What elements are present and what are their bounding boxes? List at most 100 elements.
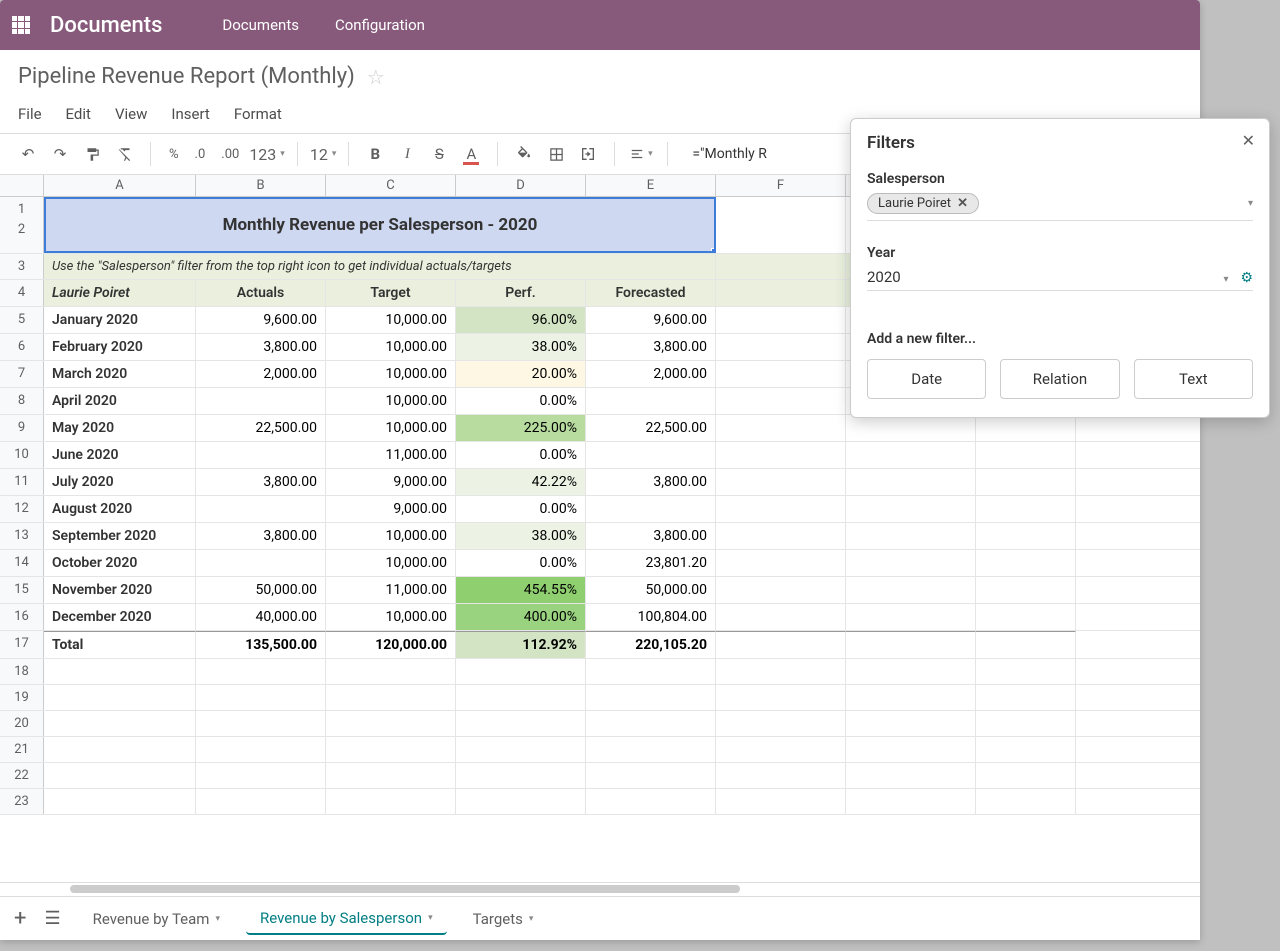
row-header[interactable]: 20 [0,711,44,736]
cell[interactable]: 38.00% [456,523,586,549]
cell[interactable]: Forecasted [586,280,716,306]
cell[interactable] [196,550,326,576]
number-format-dropdown[interactable]: 123 [249,145,285,164]
cell[interactable] [976,604,1076,630]
cell[interactable]: 23,801.20 [586,550,716,576]
cell[interactable]: April 2020 [44,388,196,414]
cell[interactable] [846,550,976,576]
cell[interactable] [976,523,1076,549]
cell[interactable] [586,711,716,736]
cell[interactable]: 3,800.00 [196,523,326,549]
cell[interactable] [586,737,716,762]
cell[interactable] [846,711,976,736]
cell[interactable] [586,659,716,684]
cell[interactable]: 11,000.00 [326,577,456,603]
row-header[interactable]: 21 [0,737,44,762]
row-header[interactable]: 8 [0,388,44,414]
cell[interactable]: 3,800.00 [196,469,326,495]
salesperson-tag[interactable]: Laurie Poiret ✕ [867,193,979,214]
cell[interactable]: 3,800.00 [586,469,716,495]
cell[interactable] [586,763,716,788]
cell[interactable] [716,496,846,522]
cell[interactable] [716,442,846,468]
cell[interactable]: 10,000.00 [326,550,456,576]
cell[interactable]: 10,000.00 [326,604,456,630]
clear-format-icon[interactable] [110,140,138,168]
chevron-down-icon[interactable]: ▾ [1248,198,1253,209]
cell[interactable]: 20.00% [456,361,586,387]
row-header[interactable]: 14 [0,550,44,576]
cell[interactable] [44,737,196,762]
cell[interactable]: 50,000.00 [196,577,326,603]
cell[interactable]: 0.00% [456,442,586,468]
cell[interactable] [846,789,976,814]
redo-icon[interactable]: ↷ [46,140,74,168]
menu-insert[interactable]: Insert [171,105,209,123]
cell[interactable] [846,604,976,630]
cell[interactable] [716,361,846,387]
cell[interactable]: 10,000.00 [326,388,456,414]
cell[interactable]: 10,000.00 [326,523,456,549]
cell[interactable]: 9,000.00 [326,469,456,495]
cell[interactable]: 10,000.00 [326,415,456,441]
cell[interactable] [586,442,716,468]
font-size-dropdown[interactable]: 12 [310,145,337,164]
row-header[interactable]: 6 [0,334,44,360]
borders-button[interactable] [542,140,570,168]
cell[interactable] [716,711,846,736]
cell[interactable] [586,685,716,710]
cell[interactable] [716,604,846,630]
column-header-A[interactable]: A [44,175,196,196]
cell[interactable] [196,737,326,762]
row-header[interactable]: 9 [0,415,44,441]
cell[interactable] [976,685,1076,710]
bold-button[interactable]: B [361,140,389,168]
filter-date-button[interactable]: Date [867,359,986,399]
cell[interactable] [976,737,1076,762]
cell[interactable]: 50,000.00 [586,577,716,603]
cell[interactable] [196,763,326,788]
row-header[interactable]: 15 [0,577,44,603]
cell[interactable] [976,763,1076,788]
cell[interactable] [976,789,1076,814]
cell[interactable] [456,789,586,814]
cell[interactable] [326,737,456,762]
column-header-B[interactable]: B [196,175,326,196]
cell[interactable]: 100,804.00 [586,604,716,630]
cell[interactable]: 3,800.00 [586,523,716,549]
cell[interactable]: 22,500.00 [586,415,716,441]
row-header[interactable]: 11 [0,469,44,495]
cell[interactable] [196,711,326,736]
cell[interactable] [716,197,846,253]
cell[interactable]: June 2020 [44,442,196,468]
cell[interactable] [976,550,1076,576]
cell[interactable] [716,469,846,495]
cell[interactable]: 3,800.00 [196,334,326,360]
cell[interactable]: 0.00% [456,496,586,522]
instruction-cell[interactable]: Use the "Salesperson" filter from the to… [44,254,716,279]
cell[interactable] [976,659,1076,684]
cell[interactable]: Perf. [456,280,586,306]
cell[interactable] [846,685,976,710]
sheet-tab[interactable]: Revenue by Salesperson▾ [246,903,447,935]
column-header-C[interactable]: C [326,175,456,196]
cell[interactable] [976,711,1076,736]
cell[interactable] [846,577,976,603]
cell[interactable] [846,496,976,522]
menu-edit[interactable]: Edit [66,105,91,123]
cell[interactable]: 220,105.20 [586,631,716,658]
cell[interactable]: 10,000.00 [326,307,456,333]
cell[interactable]: December 2020 [44,604,196,630]
cell[interactable] [716,334,846,360]
align-dropdown[interactable] [627,140,655,168]
cell[interactable] [716,763,846,788]
row-header[interactable]: 16 [0,604,44,630]
cell[interactable] [44,659,196,684]
cell[interactable]: 9,600.00 [586,307,716,333]
cell[interactable]: 40,000.00 [196,604,326,630]
paint-format-icon[interactable] [78,140,106,168]
cell[interactable]: Laurie Poiret [44,280,196,306]
cell[interactable]: 42.22% [456,469,586,495]
cell[interactable] [326,763,456,788]
select-all-corner[interactable] [0,175,44,196]
